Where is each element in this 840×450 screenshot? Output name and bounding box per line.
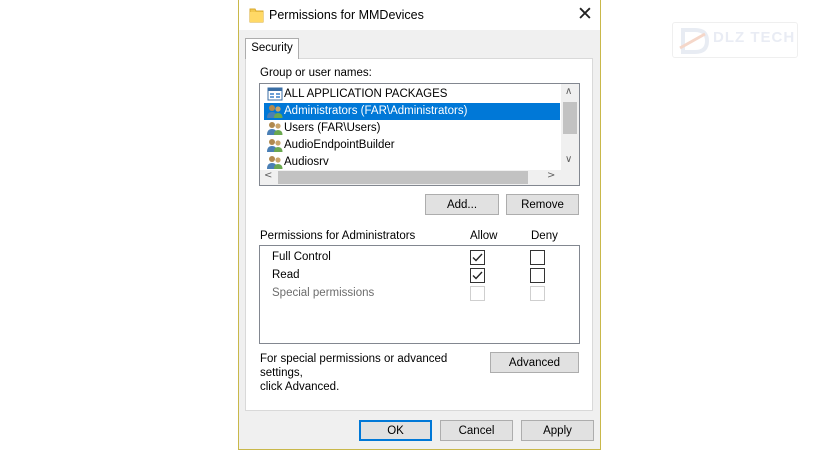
tab-security[interactable]: Security <box>245 38 299 59</box>
users-icon <box>267 139 283 152</box>
check-icon <box>472 271 483 280</box>
list-item-label: ALL APPLICATION PACKAGES <box>284 88 448 100</box>
permission-row-read: Read <box>272 267 300 284</box>
list-item-audioendpointbuilder[interactable]: AudioEndpointBuilder <box>264 137 560 154</box>
permissions-list: Full Control Read Special permissions <box>259 245 580 344</box>
list-item-label: Audiosrv <box>284 156 329 168</box>
horizontal-scroll-thumb[interactable] <box>278 171 528 184</box>
group-list[interactable]: ALL APPLICATION PACKAGES Administrators … <box>259 83 580 186</box>
advanced-note-line2: click Advanced. <box>260 381 340 393</box>
list-item-label: Administrators (FAR\Administrators) <box>284 105 468 117</box>
close-icon[interactable]: ✕ <box>575 4 595 24</box>
advanced-button[interactable]: Advanced <box>490 352 579 373</box>
folder-icon <box>249 8 264 23</box>
package-icon <box>267 87 283 101</box>
group-names-label: Group or user names: <box>260 67 372 79</box>
permission-row-full-control: Full Control <box>272 249 331 266</box>
advanced-note: For special permissions or advanced sett… <box>260 352 480 394</box>
read-allow-checkbox[interactable] <box>470 268 485 283</box>
special-deny-checkbox <box>530 286 545 301</box>
full-control-deny-checkbox[interactable] <box>530 250 545 265</box>
advanced-note-line1: For special permissions or advanced sett… <box>260 353 448 379</box>
vertical-scroll-thumb[interactable] <box>563 102 577 134</box>
list-item-all-application-packages[interactable]: ALL APPLICATION PACKAGES <box>264 86 560 103</box>
list-item-users[interactable]: Users (FAR\Users) <box>264 120 560 137</box>
users-icon <box>267 156 283 169</box>
permissions-label: Permissions for Administrators <box>260 230 416 242</box>
permission-row-special: Special permissions <box>272 285 374 302</box>
title-bar[interactable]: Permissions for MMDevices ✕ <box>239 0 600 30</box>
permission-label: Full Control <box>272 251 331 263</box>
check-icon <box>472 253 483 262</box>
scroll-down-icon[interactable]: ∨ <box>565 154 572 165</box>
remove-button[interactable]: Remove <box>506 194 579 215</box>
full-control-allow-checkbox[interactable] <box>470 250 485 265</box>
ok-button[interactable]: OK <box>359 420 432 441</box>
list-item-label: AudioEndpointBuilder <box>284 139 395 151</box>
deny-column-header: Deny <box>531 230 558 242</box>
scroll-up-icon[interactable]: ∧ <box>565 86 572 97</box>
users-icon <box>267 122 283 135</box>
horizontal-scrollbar[interactable]: < > <box>260 170 561 185</box>
scroll-right-icon[interactable]: > <box>547 170 555 181</box>
special-allow-checkbox <box>470 286 485 301</box>
list-item-label: Users (FAR\Users) <box>284 122 381 134</box>
permission-label: Special permissions <box>272 287 375 299</box>
scrollbar-corner <box>561 170 579 185</box>
list-item-audiosrv[interactable]: Audiosrv <box>264 154 560 169</box>
apply-button[interactable]: Apply <box>521 420 594 441</box>
watermark-logo: DLZ TECH <box>672 22 798 58</box>
scroll-left-icon[interactable]: < <box>264 170 272 181</box>
add-button[interactable]: Add... <box>425 194 499 215</box>
watermark-logo-icon <box>679 28 710 54</box>
watermark-text: DLZ TECH <box>713 29 796 46</box>
allow-column-header: Allow <box>470 230 498 242</box>
window-title: Permissions for MMDevices <box>269 8 424 22</box>
list-item-administrators[interactable]: Administrators (FAR\Administrators) <box>264 103 560 120</box>
vertical-scrollbar[interactable]: ∧ ∨ <box>561 84 579 170</box>
permissions-dialog: Permissions for MMDevices ✕ Security Gro… <box>238 0 601 450</box>
cancel-button[interactable]: Cancel <box>440 420 513 441</box>
users-icon <box>267 105 283 118</box>
permission-label: Read <box>272 269 300 281</box>
read-deny-checkbox[interactable] <box>530 268 545 283</box>
